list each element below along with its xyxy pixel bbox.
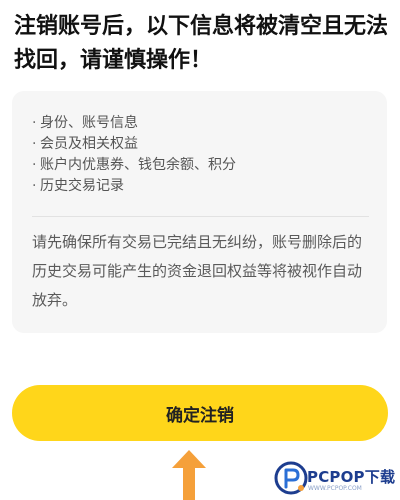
watermark-brand: PCPOP下载 <box>307 468 396 486</box>
pointer-arrow-icon <box>172 450 206 500</box>
pcpop-logo-icon <box>274 461 308 495</box>
list-item: · 身份、账号信息 <box>32 113 362 134</box>
list-item: · 历史交易记录 <box>32 176 362 197</box>
watermark: PCPOP下载 WWW.PCPOP.COM <box>274 461 398 495</box>
confirm-deletion-button[interactable]: 确定注销 <box>12 385 388 441</box>
cleared-info-list: · 身份、账号信息 · 会员及相关权益 · 账户内优惠券、钱包余额、积分 · 历史交易记… <box>32 113 362 197</box>
bullet-icon: · <box>32 178 37 194</box>
divider <box>32 216 369 217</box>
warning-title: 注销账号后，以下信息将被清空且无法找回，请谨慎操作！ <box>14 14 389 73</box>
account-deletion-page: 注销账号后，以下信息将被清空且无法找回，请谨慎操作！ · 身份、账号信息 · 会员及… <box>0 0 400 500</box>
bullet-icon: · <box>32 157 37 173</box>
list-item: · 账户内优惠券、钱包余额、积分 <box>32 155 362 176</box>
list-item: · 会员及相关权益 <box>32 134 362 155</box>
list-item-label: 身份、账号信息 <box>40 115 138 131</box>
bullet-icon: · <box>32 115 37 131</box>
list-item-label: 会员及相关权益 <box>40 136 138 152</box>
bullet-icon: · <box>32 136 37 152</box>
watermark-url: WWW.PCPOP.COM <box>308 485 362 492</box>
list-item-label: 账户内优惠券、钱包余额、积分 <box>40 157 236 173</box>
list-item-label: 历史交易记录 <box>40 178 124 194</box>
info-card: · 身份、账号信息 · 会员及相关权益 · 账户内优惠券、钱包余额、积分 · 历史交易记… <box>12 91 387 333</box>
notice-text: 请先确保所有交易已完结且无纠纷，账号删除后的历史交易可能产生的资金退回权益等将被… <box>32 233 363 309</box>
